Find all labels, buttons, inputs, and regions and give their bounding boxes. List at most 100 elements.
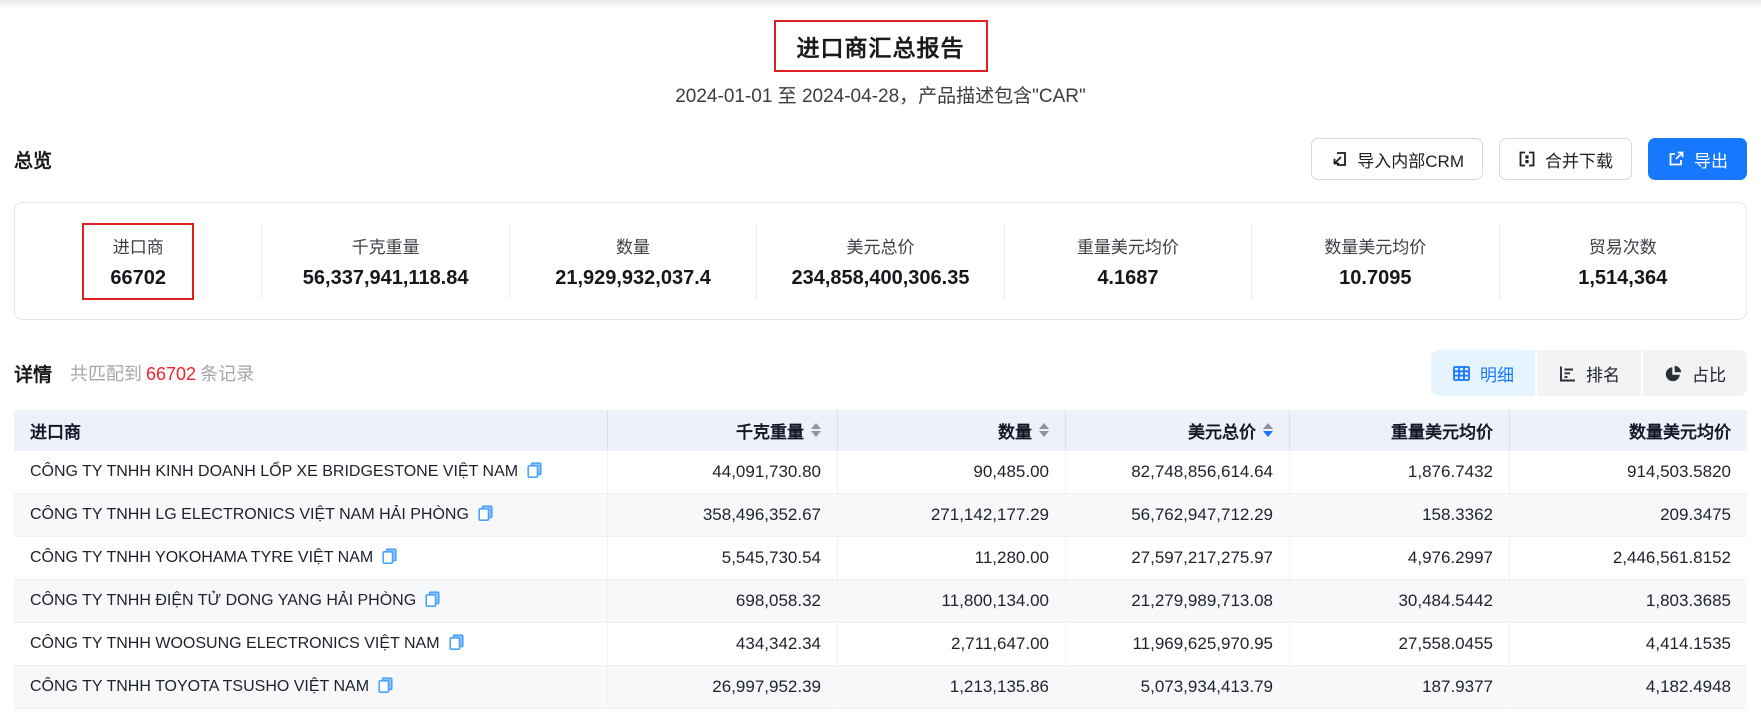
copy-icon[interactable] xyxy=(527,462,542,483)
usd-total-cell: 27,597,217,275.97 xyxy=(1066,537,1290,579)
stat-label: 重量美元均价 xyxy=(1077,233,1179,258)
merge-download-button[interactable]: 合并下载 xyxy=(1499,138,1632,180)
match-count: 66702 xyxy=(142,364,200,384)
importer-name-cell: CÔNG TY TNHH YOKOHAMA TYRE VIỆT NAM xyxy=(14,537,608,579)
quantity-cell: 271,142,177.29 xyxy=(838,494,1066,536)
tab-ranking[interactable]: 排名 xyxy=(1537,350,1641,396)
table-row: CÔNG TY TNHH WOOSUNG ELECTRONICS VIỆT NA… xyxy=(14,622,1747,665)
column-header-kg-weight[interactable]: 千克重量 xyxy=(608,410,838,450)
copy-icon[interactable] xyxy=(425,591,440,612)
quantity-cell: 2,711,647.00 xyxy=(838,623,1066,665)
column-label: 千克重量 xyxy=(736,418,804,443)
stat-label: 美元总价 xyxy=(846,233,914,258)
importer-name-cell: CÔNG TY TNHH LG ELECTRONICS VIỆT NAM HẢI… xyxy=(14,494,608,536)
importer-name: CÔNG TY TNHH TOYOTA TSUSHO VIỆT NAM xyxy=(30,678,369,696)
usd-total-cell: 82,748,856,614.64 xyxy=(1066,451,1290,493)
stat-value: 10.7095 xyxy=(1339,267,1411,290)
importer-name-cell: CÔNG TY TNHH ĐIỆN TỬ DONG YANG HẢI PHÒNG xyxy=(14,580,608,622)
table-header-row: 进口商 千克重量 数量 美元总价 重量美元均价 数量美元均价 xyxy=(14,410,1747,450)
usd-total-cell: 5,073,934,413.79 xyxy=(1066,666,1290,708)
column-header-usd-per-kg: 重量美元均价 xyxy=(1290,410,1510,450)
column-header-usd-per-qty: 数量美元均价 xyxy=(1510,410,1747,450)
kg-weight-cell: 698,058.32 xyxy=(608,580,838,622)
importer-name: CÔNG TY TNHH LG ELECTRONICS VIỆT NAM HẢI… xyxy=(30,506,469,524)
sort-icon[interactable] xyxy=(1039,423,1049,437)
kg-weight-cell: 44,091,730.80 xyxy=(608,451,838,493)
stat-label: 数量 xyxy=(616,233,650,258)
quantity-cell: 90,485.00 xyxy=(838,451,1066,493)
importers-table: 进口商 千克重量 数量 美元总价 重量美元均价 数量美元均价 xyxy=(14,410,1747,709)
top-fade-divider xyxy=(0,0,1761,9)
import-icon xyxy=(1330,150,1348,168)
overview-actions: 导入内部CRM 合并下载 xyxy=(1311,138,1747,180)
tab-ranking-label: 排名 xyxy=(1586,361,1620,386)
stat-kg-weight: 千克重量 56,337,941,118.84 xyxy=(262,223,509,299)
column-header-quantity[interactable]: 数量 xyxy=(838,410,1066,450)
stat-value: 4.1687 xyxy=(1097,267,1158,290)
match-prefix: 共匹配到 xyxy=(70,364,142,384)
table-icon xyxy=(1452,364,1471,383)
usd-per-kg-cell: 27,558.0455 xyxy=(1290,623,1510,665)
sort-icon[interactable] xyxy=(811,423,821,437)
page-title: 进口商汇总报告 xyxy=(797,29,965,63)
importer-name-cell: CÔNG TY TNHH KINH DOANH LỐP XE BRIDGESTO… xyxy=(14,451,608,493)
view-mode-tabs: 明细 排名 xyxy=(1431,350,1747,396)
usd-per-qty-cell: 2,446,561.8152 xyxy=(1510,537,1747,579)
table-row: CÔNG TY TNHH ĐIỆN TỬ DONG YANG HẢI PHÒNG… xyxy=(14,579,1747,622)
stat-value: 21,929,932,037.4 xyxy=(555,267,711,290)
column-label: 进口商 xyxy=(30,418,81,443)
usd-per-qty-cell: 209.3475 xyxy=(1510,494,1747,536)
details-section-title: 详情 xyxy=(14,360,52,387)
overview-stats-card: 进口商 66702 千克重量 56,337,941,118.84 数量 21,9… xyxy=(14,202,1747,320)
usd-per-kg-cell: 30,484.5442 xyxy=(1290,580,1510,622)
merge-cells-icon xyxy=(1518,150,1536,168)
merge-download-label: 合并下载 xyxy=(1545,147,1613,172)
table-row: CÔNG TY TNHH YOKOHAMA TYRE VIỆT NAM 5,54… xyxy=(14,536,1747,579)
tab-detail-label: 明细 xyxy=(1480,361,1514,386)
stat-usd-per-kg: 重量美元均价 4.1687 xyxy=(1005,223,1252,299)
stat-label: 数量美元均价 xyxy=(1324,233,1426,258)
column-label: 重量美元均价 xyxy=(1391,418,1493,443)
quantity-cell: 1,213,135.86 xyxy=(838,666,1066,708)
usd-per-qty-cell: 4,182.4948 xyxy=(1510,666,1747,708)
copy-icon[interactable] xyxy=(378,677,393,698)
title-annotation-box: 进口商汇总报告 xyxy=(774,20,988,72)
table-row: CÔNG TY TNHH KINH DOANH LỐP XE BRIDGESTO… xyxy=(14,450,1747,493)
column-header-usd-total[interactable]: 美元总价 xyxy=(1066,410,1290,450)
export-icon xyxy=(1667,150,1685,168)
column-label: 数量 xyxy=(998,418,1032,443)
usd-total-cell: 11,969,625,970.95 xyxy=(1066,623,1290,665)
copy-icon[interactable] xyxy=(449,634,464,655)
stat-value: 234,858,400,306.35 xyxy=(792,267,970,290)
import-crm-label: 导入内部CRM xyxy=(1357,147,1464,172)
tab-proportion[interactable]: 占比 xyxy=(1643,350,1747,396)
stat-label: 千克重量 xyxy=(352,233,420,258)
quantity-cell: 11,800,134.00 xyxy=(838,580,1066,622)
stat-label: 进口商 xyxy=(113,233,164,258)
import-crm-button[interactable]: 导入内部CRM xyxy=(1311,138,1483,180)
usd-per-kg-cell: 4,976.2997 xyxy=(1290,537,1510,579)
tab-detail[interactable]: 明细 xyxy=(1431,350,1535,396)
usd-per-kg-cell: 158.3362 xyxy=(1290,494,1510,536)
kg-weight-cell: 358,496,352.67 xyxy=(608,494,838,536)
column-label: 数量美元均价 xyxy=(1629,418,1731,443)
sort-icon-desc-active[interactable] xyxy=(1263,423,1273,437)
export-label: 导出 xyxy=(1694,147,1728,172)
stat-importers: 进口商 66702 xyxy=(15,223,262,299)
usd-per-kg-cell: 1,876.7432 xyxy=(1290,451,1510,493)
column-header-importer: 进口商 xyxy=(14,410,608,450)
importer-name-cell: CÔNG TY TNHH WOOSUNG ELECTRONICS VIỆT NA… xyxy=(14,623,608,665)
stat-value: 66702 xyxy=(110,267,166,290)
export-button[interactable]: 导出 xyxy=(1648,138,1747,180)
importer-name: CÔNG TY TNHH KINH DOANH LỐP XE BRIDGESTO… xyxy=(30,463,518,481)
usd-total-cell: 56,762,947,712.29 xyxy=(1066,494,1290,536)
copy-icon[interactable] xyxy=(478,505,493,526)
usd-per-qty-cell: 4,414.1535 xyxy=(1510,623,1747,665)
copy-icon[interactable] xyxy=(382,548,397,569)
table-row: CÔNG TY TNHH TOYOTA TSUSHO VIỆT NAM 26,9… xyxy=(14,665,1747,708)
importer-name: CÔNG TY TNHH YOKOHAMA TYRE VIỆT NAM xyxy=(30,549,373,567)
ranking-icon xyxy=(1558,364,1577,383)
usd-total-cell: 21,279,989,713.08 xyxy=(1066,580,1290,622)
importer-name: CÔNG TY TNHH WOOSUNG ELECTRONICS VIỆT NA… xyxy=(30,635,440,653)
overview-header-row: 总览 导入内部CRM xyxy=(14,138,1747,180)
